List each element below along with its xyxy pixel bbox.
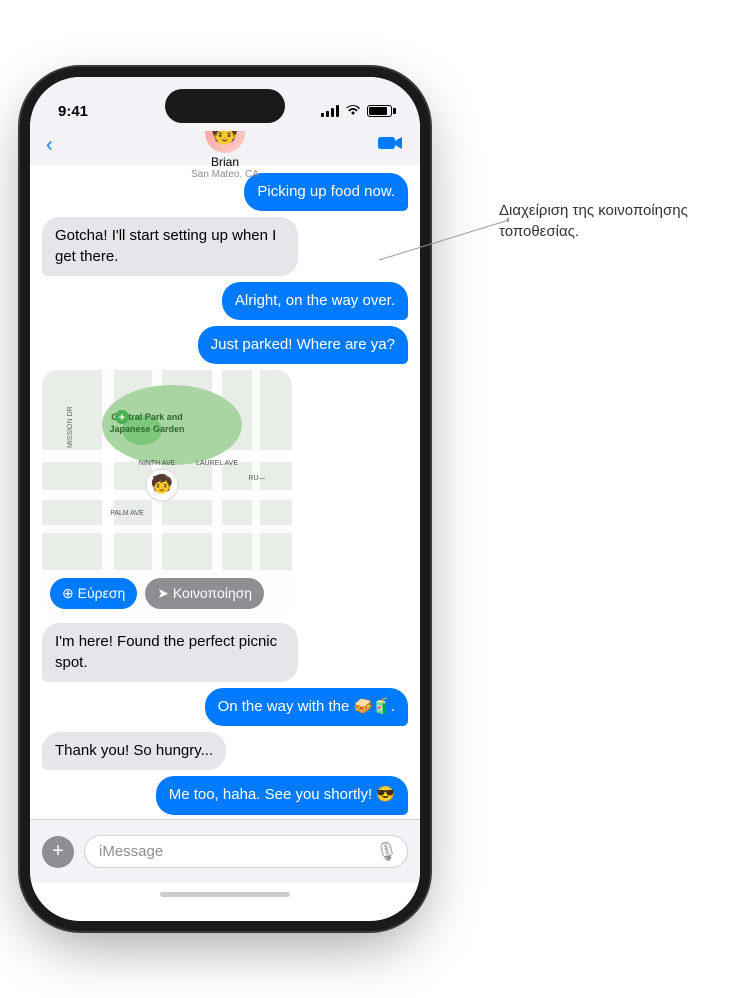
contact-subtitle: San Mateo, CA [191, 169, 259, 180]
svg-text:RU—: RU— [248, 475, 265, 482]
video-call-button[interactable] [378, 134, 404, 158]
home-bar [160, 892, 290, 897]
message-row-map: Central Park and Japanese Garden + MISSI… [42, 370, 408, 617]
message-bubble: Just parked! Where are ya? [198, 326, 408, 364]
microphone-button[interactable]: 🎙 [375, 841, 398, 862]
find-button[interactable]: ⊕ Εύρεση [50, 578, 137, 609]
map-bubble[interactable]: Central Park and Japanese Garden + MISSI… [42, 370, 292, 617]
svg-text:NINTH AVE: NINTH AVE [139, 460, 176, 467]
wifi-icon [345, 103, 361, 119]
message-row: On the way with the 🥪🧃. [42, 688, 408, 726]
message-row: Alright, on the way over. [42, 282, 408, 320]
message-row: Thank you! So hungry... [42, 732, 408, 770]
svg-text:PALM AVE: PALM AVE [110, 510, 144, 517]
annotation: Διαχείριση της κοινοποίησης τοποθεσίας. [499, 200, 699, 242]
status-icons [321, 103, 392, 119]
message-bubble: Thank you! So hungry... [42, 732, 226, 770]
message-row: Just parked! Where are ya? [42, 326, 408, 364]
message-row: Me too, haha. See you shortly! 😎 [42, 776, 408, 814]
input-bar: + iMessage 🎙 [30, 819, 420, 883]
map-view[interactable]: Central Park and Japanese Garden + MISSI… [42, 370, 292, 570]
svg-text:🧒: 🧒 [151, 473, 174, 494]
map-buttons: ⊕ Εύρεση ➤ Κοινοποίηση [42, 570, 292, 617]
battery-icon [367, 105, 392, 117]
svg-text:MISSION DR: MISSION DR [67, 407, 74, 449]
message-bubble: Me too, haha. See you shortly! 😎 [156, 776, 408, 814]
back-button[interactable]: ‹ [46, 135, 53, 157]
dynamic-island [165, 89, 285, 123]
svg-text:+: + [119, 412, 125, 424]
signal-icon [321, 105, 339, 117]
home-indicator [30, 883, 420, 905]
message-bubble: I'm here! Found the perfect picnic spot. [42, 623, 298, 682]
message-input-wrapper: iMessage 🎙 [84, 835, 408, 868]
message-row: I'm here! Found the perfect picnic spot. [42, 623, 408, 682]
annotation-text: Διαχείριση της κοινοποίησης τοποθεσίας. [499, 202, 688, 240]
status-time: 9:41 [58, 103, 88, 120]
svg-text:LAUREL AVE: LAUREL AVE [196, 460, 238, 467]
annotation-line-svg [379, 210, 509, 270]
svg-text:Japanese Garden: Japanese Garden [109, 424, 184, 434]
message-bubble: On the way with the 🥪🧃. [205, 688, 408, 726]
phone-frame: 9:41 ‹ 🧒 [30, 77, 420, 921]
plus-button[interactable]: + [42, 836, 74, 868]
scene: 9:41 ‹ 🧒 [0, 0, 729, 998]
share-button[interactable]: ➤ Κοινοποίηση [145, 578, 264, 609]
message-row: Gotcha! I'll start setting up when I get… [42, 217, 408, 276]
nav-bar: ‹ 🧒 Brian San Mateo, CA [30, 131, 420, 165]
contact-name: Brian [211, 155, 239, 169]
message-bubble: Alright, on the way over. [222, 282, 408, 320]
messages-list: Picking up food now. Gotcha! I'll start … [30, 165, 420, 819]
message-input[interactable]: iMessage [84, 835, 408, 868]
message-bubble: Gotcha! I'll start setting up when I get… [42, 217, 298, 276]
message-bubble: Picking up food now. [244, 173, 408, 211]
